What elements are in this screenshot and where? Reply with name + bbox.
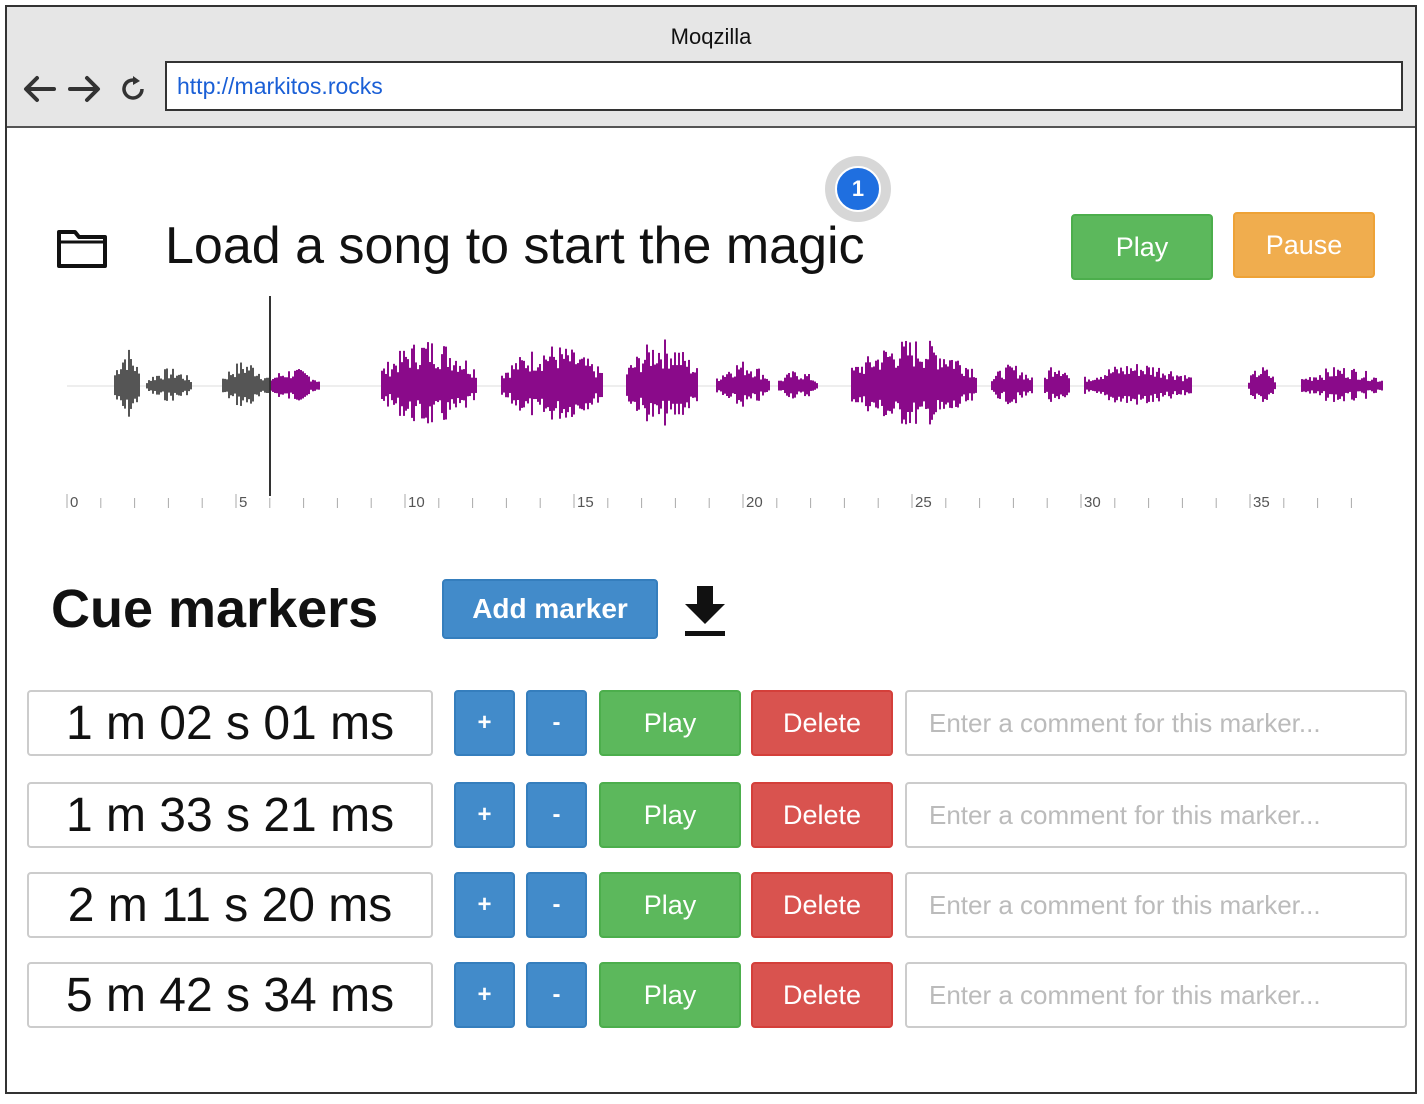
marker-row: 2 m 11 s 20 ms + - Play Delete	[7, 872, 1415, 940]
marker-play-button[interactable]: Play	[599, 872, 741, 938]
marker-delete-button[interactable]: Delete	[751, 872, 893, 938]
window-title: Moqzilla	[670, 24, 752, 49]
timeline-tick-label: 15	[577, 494, 594, 511]
marker-minus-button[interactable]: -	[526, 872, 587, 938]
browser-window: Moqzilla http://markitos.rocks 1 Load a …	[5, 5, 1417, 1094]
download-icon[interactable]	[683, 584, 727, 638]
marker-minus-button[interactable]: -	[526, 690, 587, 756]
marker-minus-button[interactable]: -	[526, 962, 587, 1028]
reload-icon[interactable]	[113, 69, 153, 109]
page-content: 1 Load a song to start the magic Play Pa…	[7, 128, 1415, 1092]
play-button[interactable]: Play	[1071, 214, 1213, 280]
marker-time: 5 m 42 s 34 ms	[27, 962, 433, 1028]
timeline-tick-label: 25	[915, 494, 932, 511]
marker-minus-button[interactable]: -	[526, 782, 587, 848]
marker-time: 1 m 02 s 01 ms	[27, 690, 433, 756]
add-marker-button[interactable]: Add marker	[442, 579, 658, 639]
timeline-tick-label: 5	[239, 494, 247, 511]
marker-row: 5 m 42 s 34 ms + - Play Delete	[7, 962, 1415, 1030]
waveform[interactable]: 0 5 10 15 20 25 30 35	[57, 296, 1387, 516]
marker-plus-button[interactable]: +	[454, 872, 515, 938]
marker-delete-button[interactable]: Delete	[751, 690, 893, 756]
marker-comment-input[interactable]	[905, 962, 1407, 1028]
marker-comment-input[interactable]	[905, 872, 1407, 938]
timeline-tick-label: 0	[70, 494, 78, 511]
forward-arrow-icon[interactable]	[65, 69, 105, 109]
marker-time: 2 m 11 s 20 ms	[27, 872, 433, 938]
cue-markers-title: Cue markers	[51, 579, 379, 639]
marker-play-button[interactable]: Play	[599, 690, 741, 756]
load-song-title: Load a song to start the magic	[165, 217, 865, 275]
marker-comment-input[interactable]	[905, 782, 1407, 848]
marker-play-button[interactable]: Play	[599, 962, 741, 1028]
url-bar[interactable]: http://markitos.rocks	[165, 61, 1403, 111]
folder-icon[interactable]	[57, 228, 107, 268]
marker-row: 1 m 33 s 21 ms + - Play Delete	[7, 782, 1415, 850]
pause-button[interactable]: Pause	[1233, 212, 1375, 278]
back-arrow-icon[interactable]	[19, 69, 59, 109]
title-bar: Moqzilla http://markitos.rocks	[7, 7, 1415, 128]
marker-plus-button[interactable]: +	[454, 690, 515, 756]
marker-plus-button[interactable]: +	[454, 782, 515, 848]
marker-time: 1 m 33 s 21 ms	[27, 782, 433, 848]
marker-row: 1 m 02 s 01 ms + - Play Delete	[7, 690, 1415, 758]
timeline-tick-label: 35	[1253, 494, 1270, 511]
timeline-tick-label: 20	[746, 494, 763, 511]
timeline-tick-label: 10	[408, 494, 425, 511]
marker-play-button[interactable]: Play	[599, 782, 741, 848]
step-badge: 1	[825, 156, 891, 222]
marker-delete-button[interactable]: Delete	[751, 962, 893, 1028]
marker-delete-button[interactable]: Delete	[751, 782, 893, 848]
marker-plus-button[interactable]: +	[454, 962, 515, 1028]
marker-comment-input[interactable]	[905, 690, 1407, 756]
timeline-tick-label: 30	[1084, 494, 1101, 511]
step-badge-number: 1	[835, 166, 881, 212]
